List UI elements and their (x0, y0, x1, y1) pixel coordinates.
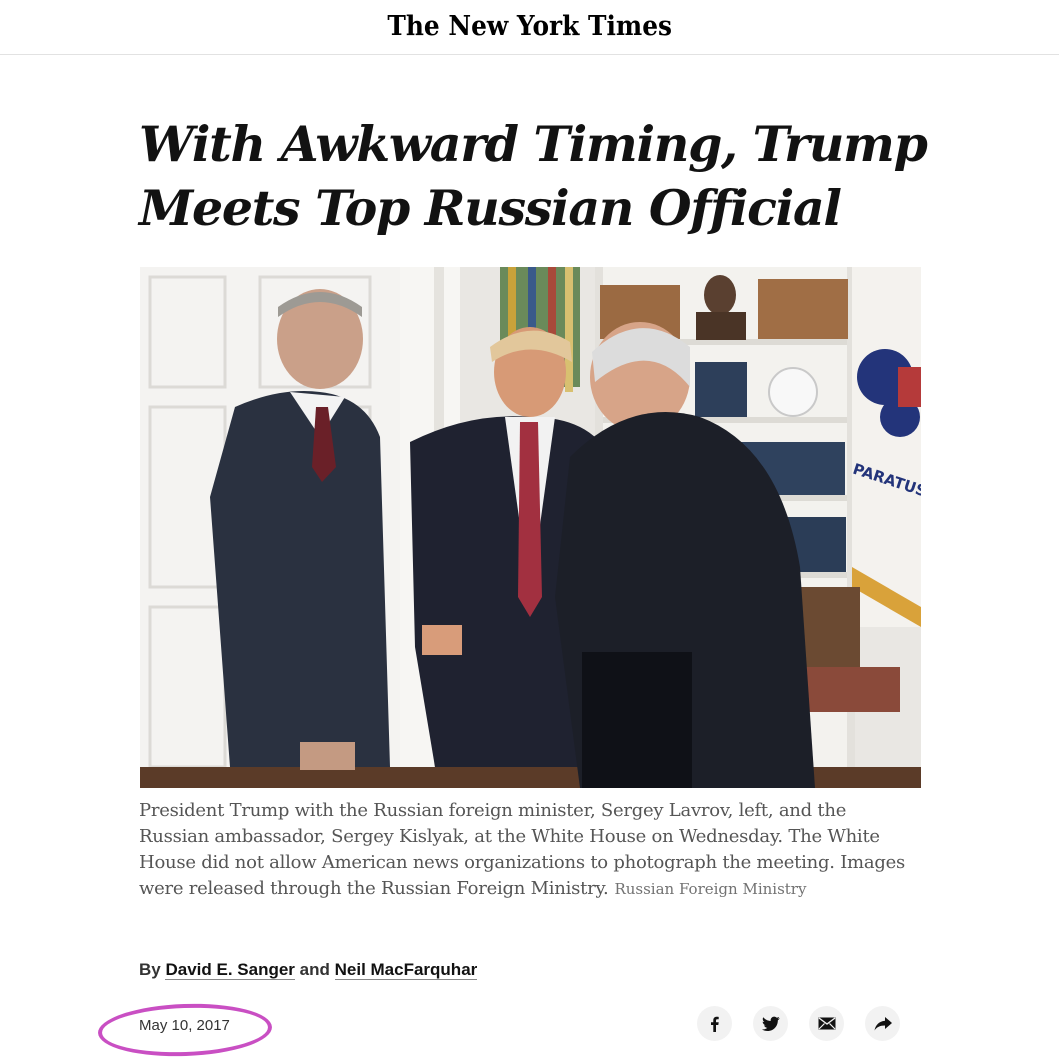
publish-date: May 10, 2017 (139, 1017, 230, 1034)
article-headline: With Awkward Timing, Trump Meets Top Rus… (139, 115, 928, 237)
byline-prefix: By (139, 960, 161, 979)
photo-caption: President Trump with the Russian foreign… (139, 798, 909, 902)
byline: By David E. Sanger and Neil MacFarquhar (139, 960, 478, 980)
author-link-sanger[interactable]: David E. Sanger (165, 960, 295, 980)
article-photo: PARATUS (140, 267, 921, 788)
twitter-share-button[interactable] (753, 1006, 788, 1041)
share-icon (874, 1016, 892, 1030)
more-share-button[interactable] (865, 1006, 900, 1041)
email-share-button[interactable] (809, 1006, 844, 1041)
photo-credit: Russian Foreign Ministry (614, 880, 807, 898)
masthead: The New York Times (0, 0, 1059, 55)
twitter-icon (761, 1016, 780, 1031)
nyt-logo[interactable]: The New York Times (387, 11, 672, 42)
facebook-icon (710, 1016, 719, 1032)
author-link-macfarquhar[interactable]: Neil MacFarquhar (334, 960, 478, 980)
byline-conjunction: and (299, 960, 330, 979)
facebook-share-button[interactable] (697, 1006, 732, 1041)
email-icon (818, 1017, 835, 1030)
share-tools (697, 1006, 900, 1041)
